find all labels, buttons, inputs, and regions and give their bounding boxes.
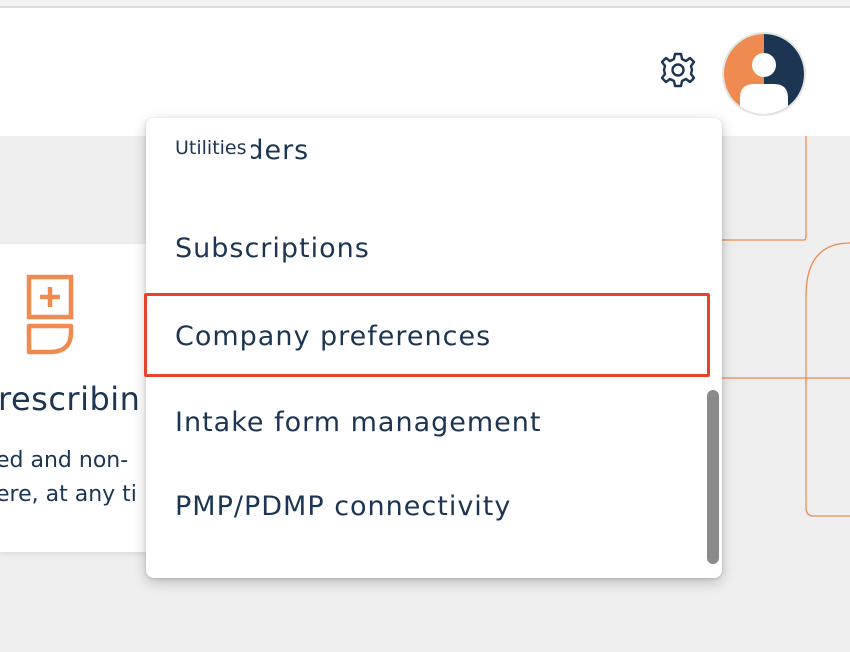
card-desc-line: ere, at any ti [0,482,137,507]
avatar[interactable] [722,32,806,116]
scrollbar-thumb[interactable] [707,390,719,564]
card-description: ed and non- ere, at any ti [0,444,137,512]
card-title: rescribin [0,380,141,418]
top-border [0,0,850,8]
user-avatar-icon [724,34,804,114]
menu-section-header: Utilities [175,136,251,160]
menu-item-intake-form-management[interactable]: Intake form management [146,392,706,452]
card-desc-line: ed and non- [0,448,129,473]
menu-item-company-preferences[interactable]: Company preferences [146,306,706,366]
menu-item-subscriptions[interactable]: Subscriptions [146,218,706,278]
gear-icon[interactable] [656,48,700,92]
menu-item-pmp-pdmp-connectivity[interactable]: PMP/PDMP connectivity [146,476,706,536]
settings-dropdown-menu: Utilities Providers Subscriptions Compan… [146,118,722,578]
feature-card[interactable]: rescribin ed and non- ere, at any ti [0,244,160,552]
medical-cross-icon [26,274,74,355]
decorative-pattern [720,136,850,517]
